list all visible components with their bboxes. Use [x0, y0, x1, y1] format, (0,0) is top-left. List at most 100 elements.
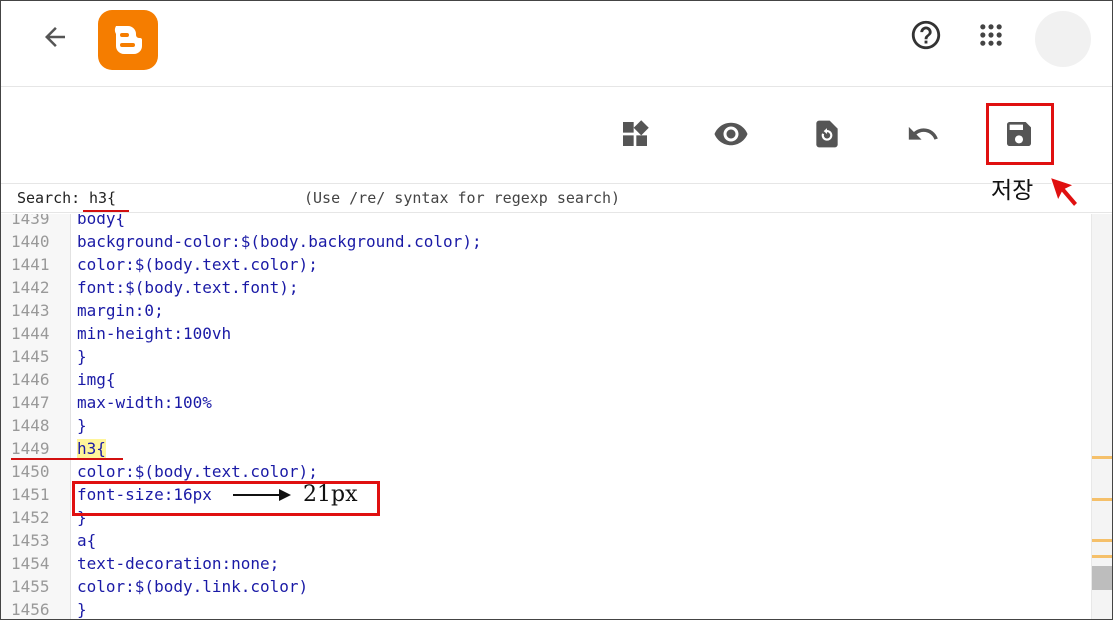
code-line[interactable]: 1442 font:$(body.text.font);: [1, 276, 1091, 299]
code-line[interactable]: 1439 body{: [1, 214, 1091, 230]
restore-icon: [816, 120, 838, 148]
line-number: 1440: [11, 232, 50, 251]
apps-grid-icon: [980, 24, 1002, 46]
line-number: 1455: [11, 577, 50, 596]
code-text: max-width:100%: [77, 391, 212, 414]
code-content: font:$(body.text.font);: [77, 278, 299, 297]
code-content: }: [77, 347, 87, 366]
code-line[interactable]: 1448}: [1, 414, 1091, 437]
code-content: body{: [77, 214, 126, 228]
code-content: max-width:100%: [77, 393, 212, 412]
line-number: 1453: [11, 531, 50, 550]
code-line[interactable]: 1447 max-width:100%: [1, 391, 1091, 414]
scroll-match-marker: [1092, 498, 1112, 501]
code-text: }: [77, 414, 87, 437]
line-number: 1444: [11, 324, 50, 343]
arrow-right-icon: [233, 489, 291, 501]
line-number: 1439: [11, 214, 50, 228]
code-content: color:$(body.link.color): [77, 577, 309, 596]
code-line[interactable]: 1446 img{: [1, 368, 1091, 391]
code-text: color:$(body.text.color);: [77, 253, 318, 276]
help-button[interactable]: [906, 15, 946, 55]
help-circle-icon: [911, 20, 941, 50]
code-content: }: [77, 600, 87, 619]
code-text: color:$(body.link.color): [77, 575, 308, 598]
code-content: }: [77, 416, 87, 435]
font-size-annotation: 21px: [303, 482, 358, 507]
search-hint: (Use /re/ syntax for regexp search): [304, 189, 621, 207]
code-content: color:$(body.text.color);: [77, 255, 318, 274]
scroll-match-marker: [1092, 456, 1112, 459]
code-text: font:$(body.text.font);: [77, 276, 299, 299]
code-line[interactable]: 1449 h3{: [1, 437, 1091, 460]
top-app-bar: [1, 1, 1112, 87]
code-text: min-height:100vh: [77, 322, 231, 345]
blogger-theme-editor: 저장 Search: (Use /re/ syntax for regexp s…: [0, 0, 1113, 620]
search-label: Search:: [17, 189, 81, 207]
back-button[interactable]: [37, 19, 73, 55]
line-number: 1445: [11, 347, 50, 366]
code-line[interactable]: 1455 color:$(body.link.color): [1, 575, 1091, 598]
widgets-button[interactable]: [613, 112, 657, 156]
code-line[interactable]: 1443 margin:0;: [1, 299, 1091, 322]
search-underline-annotation: [83, 210, 129, 212]
code-line[interactable]: 1445}: [1, 345, 1091, 368]
code-text: text-decoration:none;: [77, 552, 279, 575]
code-content: img{: [77, 370, 116, 389]
scroll-match-marker: [1092, 555, 1112, 558]
arrow-left-icon: [45, 27, 65, 47]
line-number: 1449: [11, 439, 50, 458]
line-number: 1443: [11, 301, 50, 320]
undo-button[interactable]: [901, 112, 945, 156]
code-text: img{: [77, 368, 116, 391]
widgets-icon: [623, 120, 649, 146]
code-line[interactable]: 1453 a{: [1, 529, 1091, 552]
code-text: }: [77, 345, 87, 368]
line-number: 1442: [11, 278, 50, 297]
editor-toolbar: [1, 88, 1112, 184]
preview-button[interactable]: [709, 112, 753, 156]
line-number: 1450: [11, 462, 50, 481]
code-text: background-color:$(body.background.color…: [77, 230, 482, 253]
code-line[interactable]: 1441 color:$(body.text.color);: [1, 253, 1091, 276]
code-content: margin:0;: [77, 301, 164, 320]
blogger-logo-icon[interactable]: [98, 10, 158, 70]
search-input[interactable]: [89, 187, 149, 209]
line-number: 1454: [11, 554, 50, 573]
code-editor[interactable]: 1439 body{ 1440 background-color:$(body.bac…: [1, 214, 1091, 619]
editor-scrollbar[interactable]: [1091, 214, 1112, 619]
line-number: 1448: [11, 416, 50, 435]
code-content: color:$(body.text.color);: [77, 462, 318, 481]
code-content: background-color:$(body.background.color…: [77, 232, 482, 251]
code-content: text-decoration:none;: [77, 554, 280, 573]
code-text: color:$(body.text.color);: [77, 460, 318, 483]
code-text: h3{: [77, 437, 106, 460]
code-line[interactable]: 1450 color:$(body.text.color);: [1, 460, 1091, 483]
account-avatar[interactable]: [1035, 11, 1091, 67]
code-text: margin:0;: [77, 299, 164, 322]
line-underline-annotation: [11, 458, 123, 460]
code-text: body{: [77, 214, 125, 230]
code-content: h3{: [77, 439, 106, 458]
code-content: min-height:100vh: [77, 324, 232, 343]
line-number: 1456: [11, 600, 50, 619]
code-line[interactable]: 1440 background-color:$(body.background.c…: [1, 230, 1091, 253]
line-number: 1446: [11, 370, 50, 389]
apps-button[interactable]: [971, 15, 1011, 55]
code-content: a{: [77, 531, 97, 550]
code-line[interactable]: 1444 min-height:100vh: [1, 322, 1091, 345]
line-number: 1452: [11, 508, 50, 527]
scrollbar-thumb[interactable]: [1092, 566, 1112, 590]
line-number: 1441: [11, 255, 50, 274]
undo-icon: [908, 126, 938, 140]
scroll-match-marker: [1092, 539, 1112, 542]
line-number: 1451: [11, 485, 50, 504]
line-number: 1447: [11, 393, 50, 412]
code-text: a{: [77, 529, 96, 552]
code-text: }: [77, 598, 87, 619]
restore-button[interactable]: [805, 112, 849, 156]
blogger-b-glyph: [114, 26, 142, 54]
eye-icon: [714, 122, 748, 146]
code-line[interactable]: 1454 text-decoration:none;: [1, 552, 1091, 575]
code-line[interactable]: 1456}: [1, 598, 1091, 619]
